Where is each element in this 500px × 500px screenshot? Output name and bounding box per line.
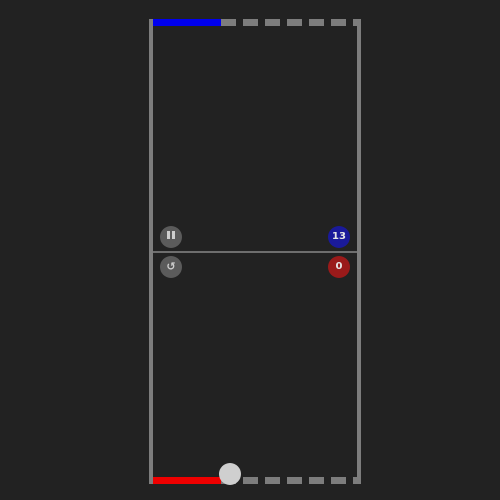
restart-button[interactable]: ↺ xyxy=(160,256,182,278)
blue-score-value: 13 xyxy=(332,231,346,242)
top-goal-line xyxy=(221,19,361,26)
blue-paddle[interactable] xyxy=(153,19,221,26)
ball xyxy=(219,463,241,485)
center-line xyxy=(153,251,357,253)
game-board[interactable]: ↺ 13 0 xyxy=(0,0,500,500)
right-wall xyxy=(357,19,361,484)
pause-button[interactable] xyxy=(160,226,182,248)
restart-icon: ↺ xyxy=(166,260,176,273)
red-paddle[interactable] xyxy=(153,477,221,484)
red-score-badge: 0 xyxy=(328,256,350,278)
red-score-value: 0 xyxy=(335,261,343,272)
bottom-goal-line xyxy=(221,477,361,484)
pause-icon xyxy=(167,231,175,239)
blue-score-badge: 13 xyxy=(328,226,350,248)
